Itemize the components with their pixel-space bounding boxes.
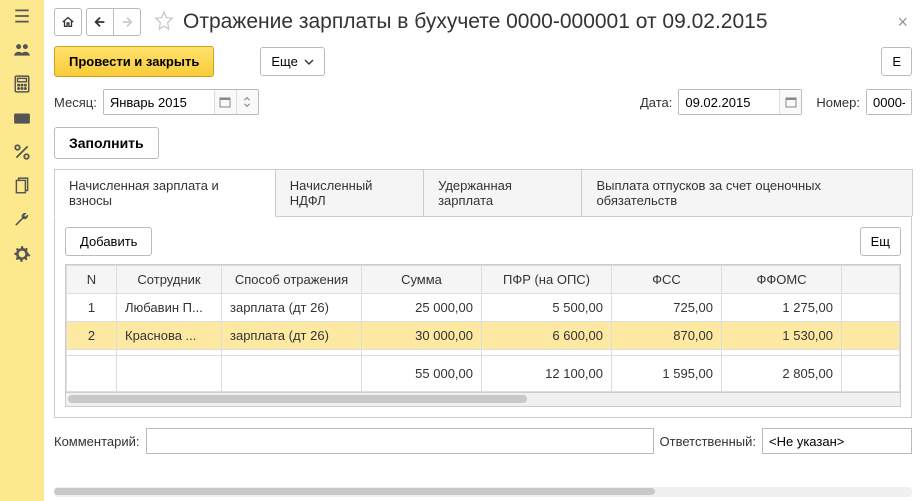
more2-button[interactable]: Ещ [860,227,901,256]
calculator-icon[interactable] [12,74,32,94]
tab-salary-contrib[interactable]: Начисленная зарплата и взносы [54,169,276,217]
month-stepper-button[interactable] [236,90,258,114]
resp-label: Ответственный: [660,434,756,449]
col-emp[interactable]: Сотрудник [117,266,222,294]
month-field[interactable] [104,90,214,114]
tab-vacation[interactable]: Выплата отпусков за счет оценочных обяза… [581,169,913,216]
salary-table: N Сотрудник Способ отражения Сумма ПФР (… [66,265,900,392]
home-button[interactable] [54,8,82,36]
number-input-group [866,89,912,115]
folder-icon[interactable] [12,108,32,128]
total-sum: 55 000,00 [362,356,482,392]
date-label: Дата: [640,95,672,110]
col-sum[interactable]: Сумма [362,266,482,294]
total-fss: 1 595,00 [612,356,722,392]
col-pfr[interactable]: ПФР (на ОПС) [482,266,612,294]
forward-button[interactable] [114,8,141,36]
wrench-icon[interactable] [12,210,32,230]
total-pfr: 12 100,00 [482,356,612,392]
percent-icon[interactable] [12,142,32,162]
col-fss[interactable]: ФСС [612,266,722,294]
cell-ffoms: 1 530,00 [722,322,842,350]
tab-content: Добавить Ещ N Сотрудник Способ отражения… [54,217,912,418]
month-input-group [103,89,259,115]
comment-label: Комментарий: [54,434,140,449]
menu-icon[interactable] [12,6,32,26]
back-button[interactable] [86,8,114,36]
resp-field[interactable] [762,428,912,454]
cell-mode: зарплата (дт 26) [222,294,362,322]
table-hscroll[interactable] [65,393,901,407]
topbar: Отражение зарплаты в бухучете 0000-00000… [54,8,912,36]
cell-extra [842,294,900,322]
action-row: Провести и закрыть Еще Е [54,46,912,77]
col-ffoms[interactable]: ФФОМС [722,266,842,294]
add-button[interactable]: Добавить [65,227,152,256]
cell-mode: зарплата (дт 26) [222,322,362,350]
sidebar [0,0,44,501]
footer-row: Комментарий: Ответственный: [54,428,912,454]
table-row[interactable]: 2 Краснова ... зарплата (дт 26) 30 000,0… [67,322,900,350]
fill-button[interactable]: Заполнить [54,127,159,159]
cell-emp: Любавин П... [117,294,222,322]
more-button[interactable]: Еще [260,47,324,76]
cell-emp: Краснова ... [117,322,222,350]
cell-fss: 725,00 [612,294,722,322]
gear-icon[interactable] [12,244,32,264]
cell-n: 2 [67,322,117,350]
month-label: Месяц: [54,95,97,110]
page-title: Отражение зарплаты в бухучете 0000-00000… [183,10,768,34]
cell-n: 1 [67,294,117,322]
table-totals-row: 55 000,00 12 100,00 1 595,00 2 805,00 [67,356,900,392]
post-close-button[interactable]: Провести и закрыть [54,46,214,77]
cell-extra [842,322,900,350]
e-button[interactable]: Е [881,47,912,76]
table-wrap: N Сотрудник Способ отражения Сумма ПФР (… [65,264,901,393]
main-content: Отражение зарплаты в бухучете 0000-00000… [44,0,922,501]
page-hscroll[interactable] [54,487,912,497]
comment-field[interactable] [146,428,654,454]
hscroll-thumb[interactable] [68,395,527,403]
cell-sum: 30 000,00 [362,322,482,350]
total-ffoms: 2 805,00 [722,356,842,392]
docs-icon[interactable] [12,176,32,196]
table-header-row: N Сотрудник Способ отражения Сумма ПФР (… [67,266,900,294]
col-extra[interactable] [842,266,900,294]
cell-pfr: 5 500,00 [482,294,612,322]
users-icon[interactable] [12,40,32,60]
cell-pfr: 6 600,00 [482,322,612,350]
table-row[interactable]: 1 Любавин П... зарплата (дт 26) 25 000,0… [67,294,900,322]
page-hscroll-thumb[interactable] [54,488,655,495]
month-picker-button[interactable] [214,90,236,114]
date-picker-button[interactable] [779,90,801,114]
cell-ffoms: 1 275,00 [722,294,842,322]
date-input-group [678,89,802,115]
col-n[interactable]: N [67,266,117,294]
tabs: Начисленная зарплата и взносы Начисленны… [54,169,912,217]
number-label: Номер: [816,95,860,110]
tab-withheld[interactable]: Удержанная зарплата [423,169,582,216]
cell-sum: 25 000,00 [362,294,482,322]
tab-ndfl[interactable]: Начисленный НДФЛ [275,169,424,216]
date-field[interactable] [679,90,779,114]
number-field[interactable] [867,90,911,114]
cell-fss: 870,00 [612,322,722,350]
star-icon[interactable] [153,10,175,35]
col-mode[interactable]: Способ отражения [222,266,362,294]
close-icon[interactable]: × [893,12,912,33]
form-row: Месяц: Дата: Номер: [54,89,912,115]
more-label: Еще [271,54,297,69]
